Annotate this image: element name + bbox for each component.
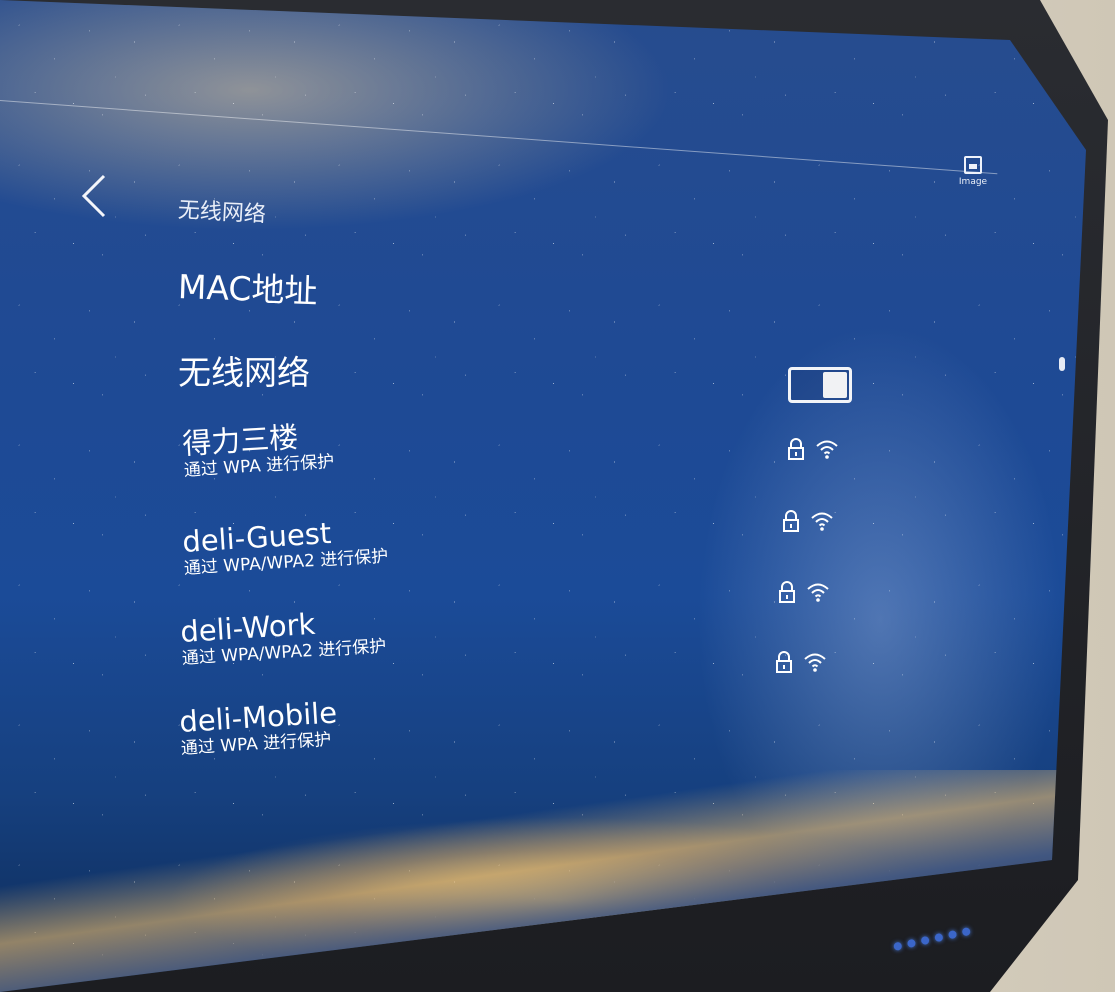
network-status-icons bbox=[778, 581, 830, 603]
lock-icon bbox=[779, 581, 795, 603]
image-widget-button[interactable]: Image bbox=[950, 156, 996, 196]
chevron-left-icon bbox=[81, 174, 106, 218]
wifi-toggle[interactable] bbox=[788, 367, 852, 403]
network-status-icons bbox=[787, 438, 839, 460]
wifi-label: 无线网络 bbox=[178, 353, 310, 392]
wifi-signal-icon bbox=[816, 440, 838, 459]
lock-icon bbox=[783, 510, 799, 532]
network-item[interactable]: deli-Mobile 通过 WPA 进行保护 bbox=[178, 695, 339, 760]
hardware-button[interactable] bbox=[906, 938, 917, 949]
display-screen bbox=[0, 0, 1086, 992]
hardware-button[interactable] bbox=[934, 932, 944, 943]
hardware-button[interactable] bbox=[893, 941, 903, 952]
network-status-icons bbox=[782, 510, 834, 532]
page-title: 无线网络 bbox=[177, 198, 267, 228]
lock-icon bbox=[776, 651, 792, 673]
hardware-button[interactable] bbox=[920, 935, 930, 946]
network-item[interactable]: 得力三楼 通过 WPA 进行保护 bbox=[181, 419, 334, 482]
back-button[interactable] bbox=[78, 172, 118, 222]
wifi-signal-icon bbox=[807, 583, 829, 602]
mac-address-label: MAC地址 bbox=[177, 267, 319, 311]
mac-address-item[interactable]: MAC地址 bbox=[177, 267, 319, 311]
image-widget-label: Image bbox=[958, 177, 988, 187]
wifi-setting-item[interactable]: 无线网络 bbox=[178, 354, 310, 392]
side-indicator bbox=[1059, 357, 1065, 371]
network-status-icons bbox=[775, 651, 827, 673]
lock-icon bbox=[788, 438, 804, 460]
wifi-signal-icon bbox=[811, 512, 833, 531]
hardware-button[interactable] bbox=[961, 926, 971, 937]
toggle-knob bbox=[823, 372, 847, 398]
wifi-signal-icon bbox=[804, 653, 826, 672]
hardware-button[interactable] bbox=[947, 929, 958, 940]
picture-icon bbox=[964, 156, 982, 174]
